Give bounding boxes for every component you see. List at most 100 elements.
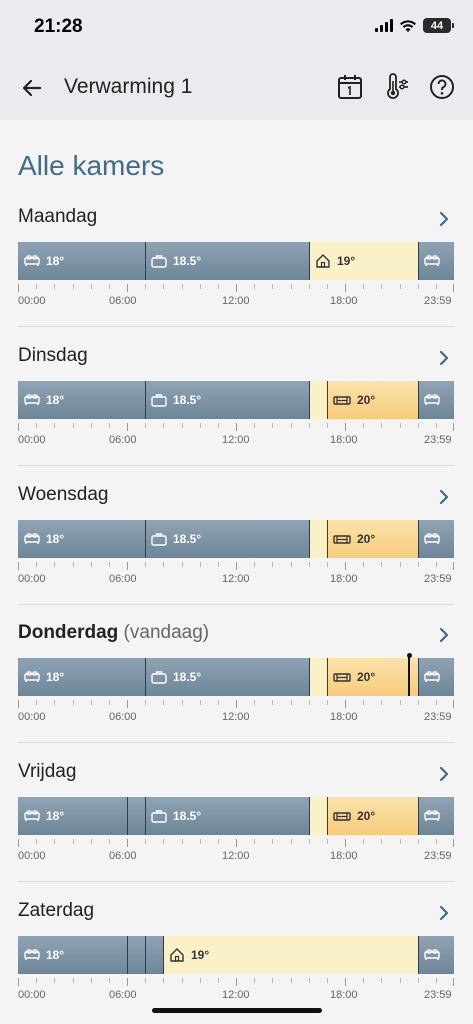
chevron-right-icon[interactable] — [437, 904, 451, 922]
segment-divider[interactable] — [309, 381, 310, 419]
thermometer-settings-icon[interactable] — [383, 72, 411, 102]
segment-divider[interactable] — [127, 797, 128, 835]
schedule-bar[interactable]: 18° 18.5° 20° — [18, 797, 454, 835]
segment-divider[interactable] — [327, 658, 328, 696]
segment-label: 19° — [315, 253, 355, 269]
segment-divider[interactable] — [309, 797, 310, 835]
day-name: Maandag — [18, 206, 97, 228]
bed-icon — [24, 533, 40, 545]
segment-divider[interactable] — [309, 658, 310, 696]
schedule-segment-away[interactable]: 18.5° — [145, 242, 309, 280]
segment-divider[interactable] — [327, 520, 328, 558]
day-row-donderdag[interactable]: Donderdag (vandaag) 18° 18.5° 20° 00:00 06:00… — [0, 622, 473, 761]
segment-divider[interactable] — [145, 242, 146, 280]
time-tick — [436, 700, 437, 705]
segment-divider[interactable] — [145, 520, 146, 558]
day-name-text: Zaterdag — [18, 900, 95, 921]
schedule-bar[interactable]: 18° 18.5° 19° — [18, 242, 454, 280]
time-tick — [254, 700, 255, 705]
schedule-segment-cream[interactable] — [309, 520, 327, 558]
day-row-vrijdag[interactable]: Vrijdag 18° 18.5° 20° 00:00 06:00 12:00 18:00 23… — [0, 761, 473, 900]
segment-divider[interactable] — [327, 797, 328, 835]
segment-divider[interactable] — [327, 381, 328, 419]
schedule-segment-night[interactable] — [418, 658, 454, 696]
schedule-segment-orange[interactable]: 20° — [327, 520, 418, 558]
chevron-right-icon[interactable] — [437, 210, 451, 228]
segment-divider[interactable] — [145, 797, 146, 835]
time-tick — [109, 284, 110, 289]
time-tick — [453, 284, 454, 292]
back-arrow-icon[interactable] — [18, 74, 46, 102]
briefcase-icon — [151, 393, 167, 407]
bed-icon — [24, 949, 40, 961]
schedule-segment-night[interactable] — [127, 936, 145, 974]
time-tick — [345, 562, 346, 570]
schedule-segment-night[interactable] — [127, 797, 145, 835]
help-icon[interactable] — [428, 72, 456, 102]
time-tick — [236, 700, 237, 708]
schedule-segment-night[interactable]: 18° — [18, 936, 127, 974]
schedule-segment-away[interactable]: 18.5° — [145, 658, 309, 696]
segment-divider[interactable] — [309, 242, 310, 280]
schedule-segment-night[interactable]: 18° — [18, 797, 127, 835]
segment-divider[interactable] — [418, 242, 419, 280]
segment-divider[interactable] — [145, 936, 146, 974]
day-row-zaterdag[interactable]: Zaterdag 18° 19° 00:00 06:00 12:00 18:00 23:59 — [0, 900, 473, 1024]
day-row-woensdag[interactable]: Woensdag 18° 18.5° 20° 00:00 06:00 12:00 18:00 2… — [0, 484, 473, 623]
day-separator — [18, 604, 455, 605]
time-tick — [218, 978, 219, 983]
schedule-segment-cream[interactable] — [309, 381, 327, 419]
segment-divider[interactable] — [418, 936, 419, 974]
schedule-segment-night[interactable] — [418, 242, 454, 280]
time-label: 06:00 — [109, 573, 137, 585]
schedule-segment-cream[interactable]: 19° — [309, 242, 418, 280]
time-tick — [54, 700, 55, 705]
segment-divider[interactable] — [418, 520, 419, 558]
segment-divider[interactable] — [127, 936, 128, 974]
segment-divider[interactable] — [418, 658, 419, 696]
segment-divider[interactable] — [418, 381, 419, 419]
schedule-segment-cream[interactable] — [309, 797, 327, 835]
schedule-segment-away[interactable]: 18.5° — [145, 797, 309, 835]
schedule-segment-night[interactable] — [418, 936, 454, 974]
schedule-segment-orange[interactable]: 20° — [327, 658, 418, 696]
segment-divider[interactable] — [309, 520, 310, 558]
day-row-maandag[interactable]: Maandag 18° 18.5° 19° 00:00 06:00 12:00 18:00 23… — [0, 206, 473, 345]
sofa-icon — [333, 394, 351, 406]
schedule-segment-night[interactable]: 18° — [18, 520, 145, 558]
schedule-segment-away[interactable]: 18.5° — [145, 381, 309, 419]
segment-divider[interactable] — [163, 936, 164, 974]
time-tick — [327, 562, 328, 567]
chevron-right-icon[interactable] — [437, 765, 451, 783]
schedule-segment-night[interactable]: 18° — [18, 242, 145, 280]
schedule-segment-away[interactable]: 18.5° — [145, 520, 309, 558]
chevron-right-icon[interactable] — [437, 488, 451, 506]
schedule-bar[interactable]: 18° 18.5° 20° — [18, 520, 454, 558]
segment-divider[interactable] — [145, 381, 146, 419]
schedule-segment-cream[interactable] — [309, 658, 327, 696]
schedule-segment-night[interactable]: 18° — [18, 658, 145, 696]
time-labels: 00:00 06:00 12:00 18:00 23:59 — [0, 989, 473, 1003]
segment-label: 18.5° — [151, 393, 201, 407]
segment-divider[interactable] — [145, 658, 146, 696]
schedule-segment-night[interactable] — [145, 936, 163, 974]
schedule-bar[interactable]: 18° 18.5° 20° — [18, 653, 454, 696]
schedule-segment-night[interactable] — [418, 797, 454, 835]
schedule-segment-cream[interactable]: 19° — [163, 936, 418, 974]
segment-divider[interactable] — [418, 797, 419, 835]
schedule-segment-night[interactable] — [418, 520, 454, 558]
home-indicator — [152, 1008, 322, 1013]
time-tick — [381, 423, 382, 428]
calendar-icon[interactable] — [336, 72, 364, 102]
schedule-segment-orange[interactable]: 20° — [327, 797, 418, 835]
time-tick — [345, 839, 346, 847]
time-tick — [163, 700, 164, 705]
chevron-right-icon[interactable] — [437, 626, 451, 644]
schedule-segment-night[interactable]: 18° — [18, 381, 145, 419]
schedule-bar[interactable]: 18° 19° — [18, 936, 454, 974]
schedule-segment-orange[interactable]: 20° — [327, 381, 418, 419]
chevron-right-icon[interactable] — [437, 349, 451, 367]
schedule-segment-night[interactable] — [418, 381, 454, 419]
day-row-dinsdag[interactable]: Dinsdag 18° 18.5° 20° 00:00 06:00 12:00 18:00 23… — [0, 345, 473, 484]
schedule-bar[interactable]: 18° 18.5° 20° — [18, 381, 454, 419]
